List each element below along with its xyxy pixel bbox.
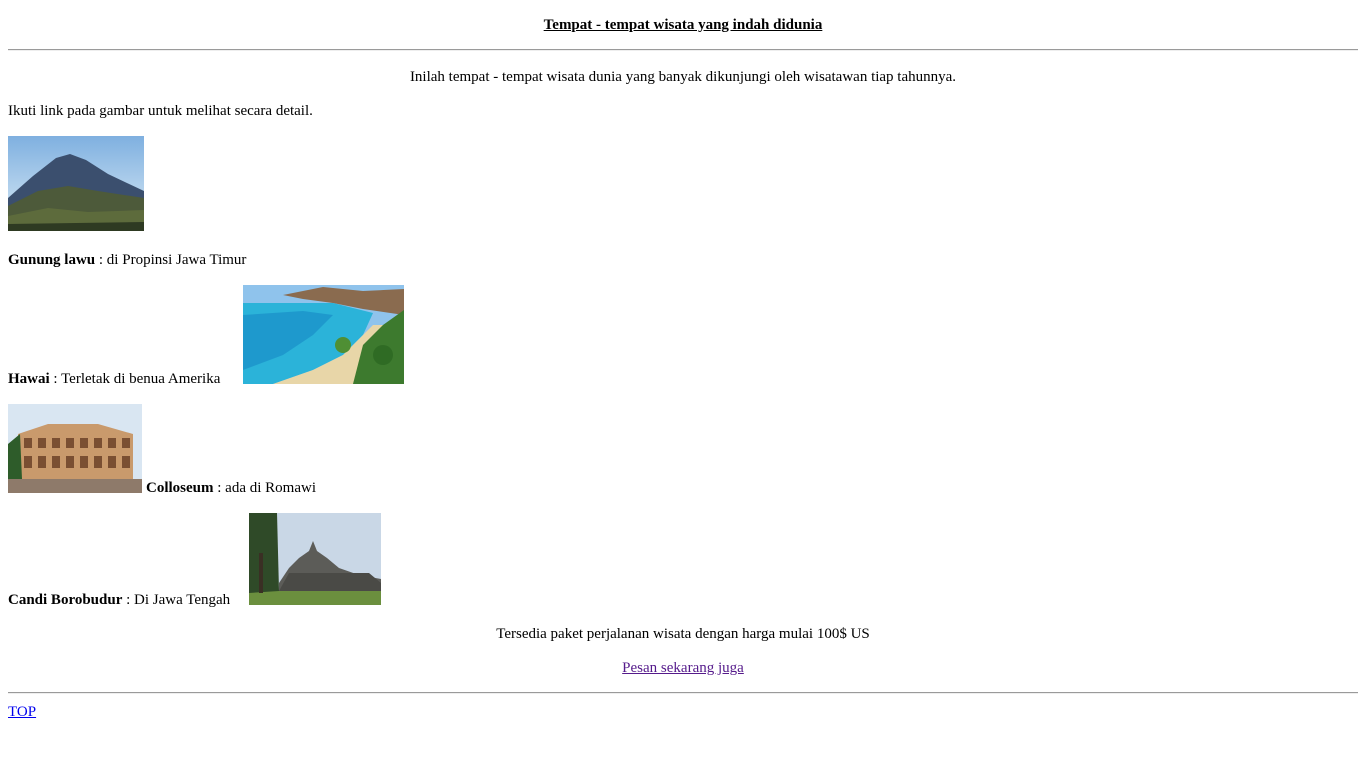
page: Tempat - tempat wisata yang indah diduni…	[0, 0, 1366, 768]
place-gunung-lawu: Gunung lawu : di Propinsi Jawa Timur	[8, 251, 246, 269]
place-desc: : di Propinsi Jawa Timur	[95, 252, 247, 268]
order-link[interactable]: Pesan sekarang juga	[622, 660, 744, 676]
place-desc: : Di Jawa Tengah	[122, 592, 231, 608]
place-name: Hawai	[8, 371, 50, 387]
place-hawai: Hawai : Terletak di benua Amerika	[8, 370, 220, 388]
place-colloseum: Colloseum : ada di Romawi	[146, 479, 316, 497]
top-link-wrapper: TOP	[8, 703, 36, 721]
intro-text: Inilah tempat - tempat wisata dunia yang…	[409, 69, 957, 85]
top-divider	[8, 49, 1358, 51]
colloseum-image[interactable]	[8, 404, 142, 493]
top-link[interactable]: TOP	[8, 704, 36, 720]
place-name: Colloseum	[146, 480, 214, 496]
page-title: Tempat - tempat wisata yang indah diduni…	[543, 17, 823, 33]
bottom-divider	[8, 692, 1358, 694]
place-desc: : ada di Romawi	[213, 480, 316, 496]
gunung-lawu-image[interactable]	[8, 136, 144, 231]
order-link-wrapper: Pesan sekarang juga	[0, 659, 1366, 677]
place-desc: : Terletak di benua Amerika	[49, 371, 221, 387]
place-name: Candi Borobudur	[8, 592, 123, 608]
place-candi-borobudur: Candi Borobudur : Di Jawa Tengah	[8, 591, 230, 609]
place-name: Gunung lawu	[8, 252, 96, 268]
instruction-text: Ikuti link pada gambar untuk melihat sec…	[8, 103, 313, 119]
candi-borobudur-image[interactable]	[249, 513, 381, 605]
hawai-image[interactable]	[243, 285, 404, 384]
package-text: Tersedia paket perjalanan wisata dengan …	[496, 626, 870, 642]
